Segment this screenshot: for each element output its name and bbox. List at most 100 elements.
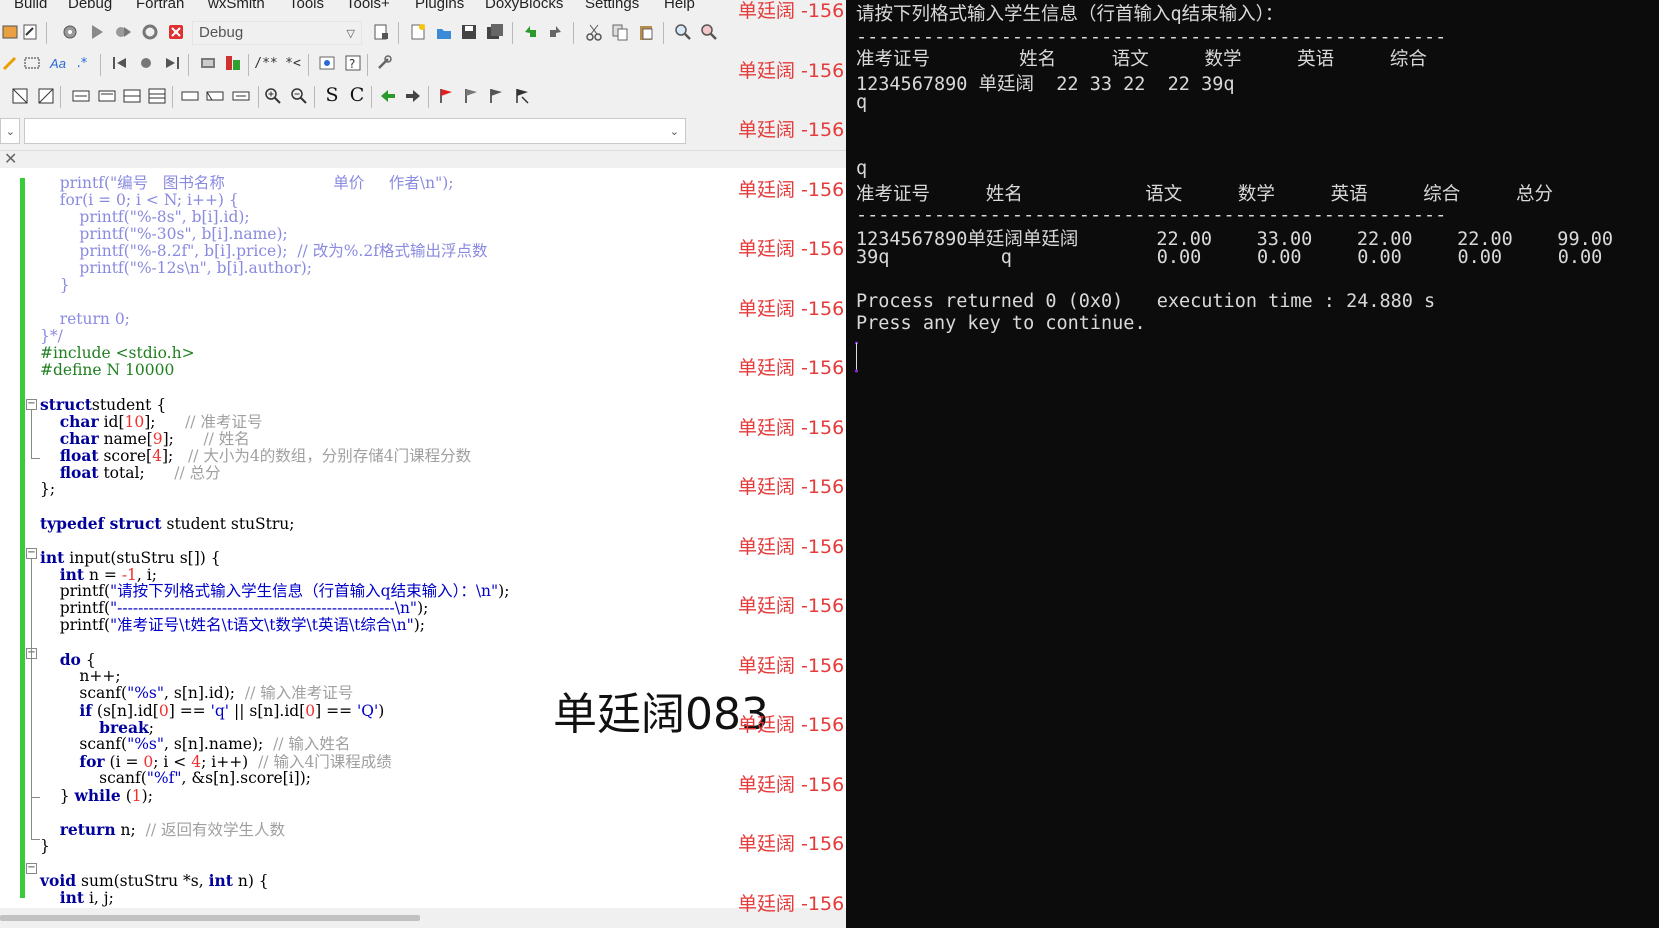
- open-file-icon[interactable]: [434, 22, 454, 42]
- menu-help[interactable]: Help: [664, 0, 695, 12]
- menu-build[interactable]: Build: [14, 0, 47, 12]
- close-icon[interactable]: ✕: [4, 149, 17, 168]
- svg-text:?: ?: [349, 57, 355, 71]
- menu-wxsmith[interactable]: wxSmith: [208, 0, 265, 12]
- plugin-icon[interactable]: [223, 53, 243, 73]
- fold-marker[interactable]: −: [26, 863, 37, 874]
- code-line: break;: [40, 719, 509, 737]
- code-line: #define N 10000: [40, 362, 509, 379]
- menu-plugins[interactable]: Plugins: [415, 0, 464, 12]
- s-button[interactable]: S: [322, 84, 342, 106]
- menu-debug[interactable]: Debug: [68, 0, 112, 12]
- copy-icon[interactable]: [610, 22, 630, 42]
- highlight-icon[interactable]: [0, 53, 20, 73]
- uncomment-button[interactable]: *<: [283, 53, 303, 73]
- layout-icon[interactable]: [10, 86, 30, 106]
- abort-icon[interactable]: [166, 22, 186, 42]
- cpu-icon[interactable]: [0, 22, 20, 42]
- grid-sizer-icon[interactable]: [122, 86, 142, 106]
- static-box-sizer-icon[interactable]: [97, 86, 117, 106]
- zoom-in-icon[interactable]: [263, 86, 283, 106]
- build-target-select[interactable]: Debug ▽: [192, 21, 362, 45]
- gear-icon[interactable]: [60, 22, 80, 42]
- console-line: 1234567890 单廷阔 22 33 22 22 39q: [856, 74, 1235, 95]
- run-icon[interactable]: [87, 22, 107, 42]
- rebuild-icon[interactable]: [140, 22, 160, 42]
- c-button[interactable]: C: [347, 84, 367, 106]
- layout-alt-icon[interactable]: [36, 86, 56, 106]
- code-token: 0: [305, 702, 316, 720]
- box-sizer-icon[interactable]: [71, 86, 91, 106]
- menu-doxyblocks[interactable]: DoxyBlocks: [485, 0, 563, 12]
- dialog-icon[interactable]: [231, 86, 251, 106]
- help-icon[interactable]: ?: [343, 53, 363, 73]
- flex-sizer-icon[interactable]: [147, 86, 167, 106]
- replace-icon[interactable]: [699, 22, 719, 42]
- code-editor[interactable]: − − − − printf("编号 图书名称 单价 作者\n"); for(i…: [0, 168, 846, 908]
- scope-select[interactable]: ⌄: [0, 118, 20, 144]
- save-icon[interactable]: [459, 22, 479, 42]
- edit-doc-icon[interactable]: [20, 22, 40, 42]
- comment-button[interactable]: /**: [254, 53, 277, 73]
- build-run-icon[interactable]: [113, 22, 133, 42]
- wxsmith-toolbar: S C: [0, 82, 846, 112]
- select-icon[interactable]: [22, 53, 42, 73]
- undo-icon[interactable]: [520, 22, 540, 42]
- menu-tools-plus[interactable]: Tools+: [346, 0, 390, 12]
- code-token: (: [120, 787, 132, 805]
- find-icon[interactable]: [673, 22, 693, 42]
- code-line: printf("编号 图书名称 单价 作者\n");: [40, 175, 509, 192]
- debug-icon[interactable]: [198, 53, 218, 73]
- frame-icon[interactable]: [205, 86, 225, 106]
- toolbar-separator: [308, 54, 309, 76]
- fold-marker[interactable]: −: [26, 399, 37, 410]
- new-file-icon[interactable]: [408, 22, 428, 42]
- forward-arrow-icon[interactable]: [403, 86, 423, 106]
- toolbar-separator: [512, 22, 513, 44]
- code-token: scanf(: [99, 769, 147, 787]
- regex-toggle[interactable]: .*: [72, 53, 92, 73]
- code-token: 'Q': [357, 702, 379, 720]
- back-arrow-icon[interactable]: [378, 86, 398, 106]
- toggle-bookmark-icon[interactable]: [136, 53, 156, 73]
- scrollbar-thumb[interactable]: [0, 915, 420, 921]
- flag-clear-icon[interactable]: [512, 86, 532, 106]
- next-bookmark-icon[interactable]: [162, 53, 182, 73]
- code-token: );: [417, 599, 429, 617]
- menu-tools[interactable]: Tools: [289, 0, 324, 12]
- code-token: // 大小为4的数组，分别存储4门课程分数: [188, 447, 472, 465]
- code-token: "请按下列格式输入学生信息（行首输入q结束输入）：\n": [110, 582, 499, 600]
- code-line: printf("请按下列格式输入学生信息（行首输入q结束输入）：\n");: [40, 582, 510, 600]
- match-case-icon[interactable]: Aa: [48, 53, 68, 73]
- show-select-target-icon[interactable]: [371, 22, 391, 42]
- flag-next-icon[interactable]: [486, 86, 506, 106]
- console-window[interactable]: 请按下列格式输入学生信息（行首输入q结束输入）： ----------------…: [846, 0, 1659, 928]
- toolbar-separator: [428, 86, 429, 108]
- red-flag-icon[interactable]: [436, 86, 456, 106]
- doxy-extract-icon[interactable]: [317, 53, 337, 73]
- menu-fortran[interactable]: Fortran: [136, 0, 184, 12]
- code-token: ] ==: [168, 702, 211, 720]
- redo-icon[interactable]: [546, 22, 566, 42]
- wrench-icon[interactable]: [374, 53, 394, 73]
- prev-bookmark-icon[interactable]: [110, 53, 130, 73]
- code-token: printf(: [59, 599, 111, 617]
- flag-prev-icon[interactable]: [461, 86, 481, 106]
- code-token: return: [59, 820, 116, 839]
- menu-settings[interactable]: Settings: [585, 0, 639, 12]
- code-line: for(i = 0; i < N; i++) {: [40, 192, 509, 209]
- paste-icon[interactable]: [636, 22, 656, 42]
- code-token: 'q': [210, 702, 230, 720]
- code-token: // 准考证号: [185, 413, 263, 431]
- code-token: }: [59, 787, 75, 805]
- save-all-icon[interactable]: [485, 22, 505, 42]
- code-line: return 0;: [40, 311, 509, 328]
- code-line: typedef struct student stuStru;: [40, 515, 509, 533]
- zoom-out-icon[interactable]: [289, 86, 309, 106]
- cut-icon[interactable]: [584, 22, 604, 42]
- panel-icon[interactable]: [180, 86, 200, 106]
- horizontal-scrollbar[interactable]: [0, 909, 846, 928]
- function-select[interactable]: ⌄: [24, 118, 686, 144]
- fold-marker[interactable]: −: [26, 548, 37, 559]
